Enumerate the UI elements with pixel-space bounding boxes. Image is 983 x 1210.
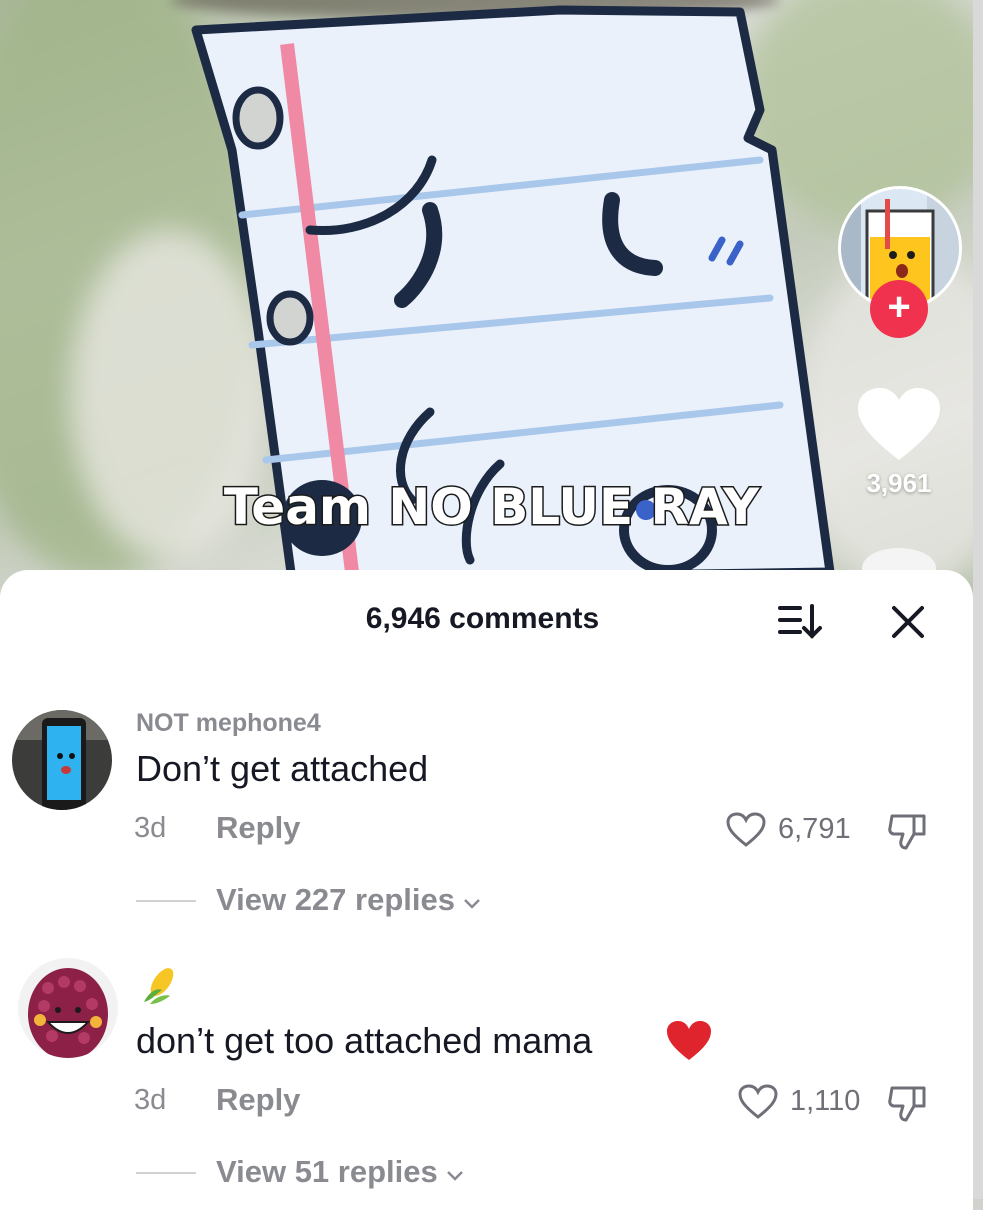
avatar — [18, 958, 118, 1058]
red-heart-emoji — [667, 1021, 711, 1060]
comment-timestamp: 3d — [134, 812, 167, 844]
phone-character-avatar[interactable] — [12, 710, 112, 810]
view-replies-button[interactable]: View 227 replies — [216, 882, 481, 918]
video-background[interactable]: Team NO BLUE RAY + 3,961 — [0, 0, 983, 600]
dislike-icon[interactable] — [886, 810, 930, 852]
comment-text: Don’t get attached — [136, 748, 429, 789]
chevron-down-icon — [463, 882, 481, 918]
close-icon[interactable] — [888, 602, 928, 642]
screen-edge — [973, 0, 983, 1199]
heart-outline-icon[interactable] — [738, 1084, 778, 1120]
corn-character-avatar[interactable] — [18, 958, 118, 1058]
video-like-count: 3,961 — [866, 468, 932, 498]
view-replies-label: View 51 replies — [216, 1154, 438, 1189]
comment-like-count: 1,110 — [790, 1085, 861, 1117]
corn-emoji — [144, 968, 174, 1004]
plus-icon: + — [887, 285, 911, 329]
video-caption-overlay: Team NO BLUE RAY — [222, 477, 760, 538]
reply-button[interactable]: Reply — [216, 810, 300, 846]
reply-button[interactable]: Reply — [216, 1082, 300, 1118]
divider — [136, 1172, 196, 1174]
comment-text: don’t get too attached mama — [136, 1020, 593, 1061]
comment-timestamp: 3d — [134, 1084, 167, 1116]
heart-icon[interactable] — [858, 388, 940, 462]
chevron-down-icon — [446, 1154, 464, 1190]
dislike-icon[interactable] — [886, 1082, 930, 1124]
divider — [136, 900, 196, 902]
comment-username[interactable]: NOT mephone4 — [136, 709, 321, 738]
follow-button[interactable]: + — [870, 280, 928, 338]
sort-icon[interactable] — [776, 602, 824, 640]
avatar — [12, 710, 112, 810]
view-replies-label: View 227 replies — [216, 882, 455, 917]
view-replies-button[interactable]: View 51 replies — [216, 1154, 464, 1190]
comment-like-count: 6,791 — [778, 813, 851, 845]
heart-outline-icon[interactable] — [726, 812, 766, 848]
